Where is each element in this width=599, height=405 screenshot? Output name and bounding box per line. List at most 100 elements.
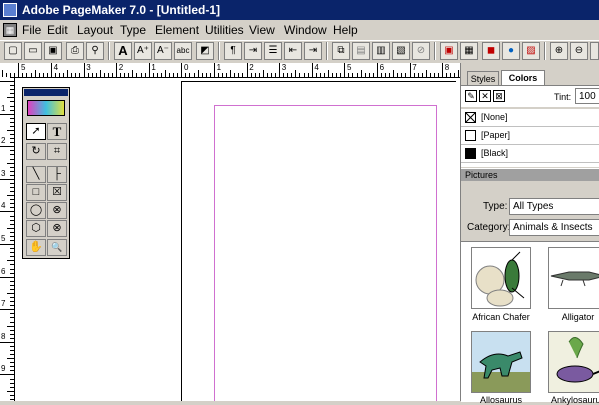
bullets-icon[interactable]: ☰ bbox=[264, 42, 282, 60]
ellipse-frame-tool[interactable]: ⊗ bbox=[47, 202, 67, 219]
ruler-tick bbox=[10, 85, 14, 87]
menu-layout[interactable]: Layout bbox=[77, 23, 113, 37]
zoom-in-icon[interactable]: ⊕ bbox=[550, 42, 568, 60]
ruler-number: 1 bbox=[151, 63, 156, 72]
horizontal-ruler[interactable]: 0 1 2 3 4 5 6 7 8 1 2 3 4 5 bbox=[0, 63, 460, 78]
outdent-icon[interactable]: ⇥ bbox=[304, 42, 322, 60]
stroke-icon[interactable]: ✎ bbox=[465, 90, 477, 102]
colors-icon[interactable]: ⊘ bbox=[412, 42, 430, 60]
ruler-number: 5 bbox=[1, 234, 6, 243]
photo-icon[interactable]: ▦ bbox=[460, 42, 478, 60]
paragraph-icon[interactable]: ¶ bbox=[224, 42, 242, 60]
toolbox-palette[interactable]: ➚ T ↻ ⌗ ╲ ├ □ ☒ ◯ ⊗ ⬡ ⊗ ✋ 🔍 bbox=[22, 87, 70, 259]
menu-view[interactable]: View bbox=[249, 23, 275, 37]
tint-input[interactable]: 100 bbox=[575, 88, 599, 104]
pointer-tool[interactable]: ➚ bbox=[26, 123, 46, 140]
ruler-tick bbox=[409, 63, 411, 77]
fill-icon[interactable]: ◩ bbox=[196, 42, 214, 60]
find-icon[interactable]: ⚲ bbox=[86, 42, 104, 60]
ruler-tick bbox=[442, 63, 444, 77]
font-icon[interactable]: A bbox=[114, 42, 132, 60]
ruler-tick bbox=[421, 73, 423, 77]
zoom-tool[interactable]: 🔍 bbox=[47, 239, 67, 256]
menu-type[interactable]: Type bbox=[120, 23, 146, 37]
ruler-tick bbox=[425, 70, 427, 77]
category-select[interactable]: Animals & Insects bbox=[509, 219, 599, 236]
vertical-ruler[interactable]: 1 2 3 4 5 6 7 8 9 bbox=[0, 77, 15, 401]
ruler-tick bbox=[209, 73, 211, 77]
pagemaker-logo-icon bbox=[3, 3, 17, 17]
font-size-up-icon[interactable]: A⁺ bbox=[134, 42, 152, 60]
rectangle-tool[interactable]: □ bbox=[26, 184, 46, 201]
open-icon[interactable]: ▭ bbox=[24, 42, 42, 60]
ruler-tick bbox=[2, 70, 3, 77]
ruler-number: 2 bbox=[249, 63, 254, 72]
menu-element[interactable]: Element bbox=[155, 23, 199, 37]
polygon-tool[interactable]: ⬡ bbox=[26, 220, 46, 237]
new-icon[interactable]: ▢ bbox=[4, 42, 22, 60]
ruler-tick bbox=[10, 284, 14, 286]
menu-window[interactable]: Window bbox=[284, 23, 327, 37]
hand-tool[interactable]: ✋ bbox=[26, 239, 46, 256]
color-item-black[interactable]: [Black] bbox=[461, 145, 599, 163]
globe-icon[interactable]: ● bbox=[502, 42, 520, 60]
print-icon[interactable]: ⎙ bbox=[66, 42, 84, 60]
polygon-frame-tool[interactable]: ⊗ bbox=[47, 220, 67, 237]
color-item-none[interactable]: [None] bbox=[461, 109, 599, 127]
fill-and-stroke-icon[interactable]: ⊠ bbox=[493, 90, 505, 102]
tab-styles[interactable]: Styles bbox=[467, 71, 499, 85]
menu-edit[interactable]: Edit bbox=[47, 23, 68, 37]
ruler-tick bbox=[344, 63, 346, 77]
menu-utilities[interactable]: Utilities bbox=[205, 23, 244, 37]
fill-icon[interactable]: ✕ bbox=[479, 90, 491, 102]
toolbox-title-bar[interactable] bbox=[24, 89, 68, 96]
tab-icon[interactable]: ⇥ bbox=[244, 42, 262, 60]
crop-tool[interactable]: ⌗ bbox=[47, 143, 67, 160]
ruler-tick bbox=[67, 70, 69, 77]
toolbar-separator bbox=[434, 42, 436, 60]
ruler-tick bbox=[433, 73, 435, 77]
font-size-down-icon[interactable]: A⁻ bbox=[154, 42, 172, 60]
colors-toolbar: ✎ ✕ ⊠ Tint: 100 bbox=[461, 85, 599, 107]
rotate-tool[interactable]: ↻ bbox=[26, 143, 46, 160]
text-frame-icon[interactable]: ▥ bbox=[372, 42, 390, 60]
menu-help[interactable]: Help bbox=[333, 23, 358, 37]
ruler-number: 2 bbox=[1, 136, 6, 146]
acrobat-icon[interactable]: ▨ bbox=[522, 42, 540, 60]
zoom-out-icon[interactable]: ⊖ bbox=[570, 42, 588, 60]
title-bar: Adobe PageMaker 7.0 - [Untitled-1] bbox=[0, 0, 599, 20]
paper-swatch-icon bbox=[465, 130, 476, 141]
spelling-icon[interactable]: abc bbox=[174, 42, 192, 60]
pictures-panel-header[interactable]: Pictures bbox=[461, 168, 599, 181]
ruler-tick bbox=[376, 63, 378, 77]
text-tool[interactable]: T bbox=[47, 123, 67, 140]
copy-icon[interactable]: ⧉ bbox=[332, 42, 350, 60]
document-menu-icon[interactable]: ▦ bbox=[3, 23, 17, 37]
ruler-tick bbox=[0, 113, 14, 115]
link-icon[interactable]: ▧ bbox=[392, 42, 410, 60]
menu-file[interactable]: File bbox=[22, 23, 41, 37]
save-icon[interactable]: ▣ bbox=[44, 42, 62, 60]
picture-alligator[interactable] bbox=[548, 247, 599, 309]
picture-allosaurus[interactable] bbox=[471, 331, 531, 393]
line-tool[interactable]: ╲ bbox=[26, 166, 46, 183]
indent-icon[interactable]: ⇤ bbox=[284, 42, 302, 60]
constrained-line-tool[interactable]: ├ bbox=[47, 166, 67, 183]
color-item-paper[interactable]: [Paper] bbox=[461, 127, 599, 145]
ruler-tick bbox=[10, 288, 14, 290]
ruler-tick bbox=[18, 63, 20, 77]
ruler-tick bbox=[0, 341, 14, 343]
toolbar-more-icon[interactable] bbox=[590, 42, 599, 60]
ruler-tick bbox=[10, 158, 14, 160]
place-icon[interactable]: ▣ bbox=[440, 42, 458, 60]
ellipse-tool[interactable]: ◯ bbox=[26, 202, 46, 219]
ruler-tick bbox=[348, 73, 350, 77]
tab-colors[interactable]: Colors bbox=[501, 70, 545, 85]
rectangle-frame-tool[interactable]: ☒ bbox=[47, 184, 67, 201]
ruler-tick bbox=[124, 73, 126, 77]
type-select[interactable]: All Types bbox=[509, 198, 599, 215]
image-icon[interactable]: ◼ bbox=[482, 42, 500, 60]
picture-african-chafer[interactable] bbox=[471, 247, 531, 309]
paste-icon[interactable]: ▤ bbox=[352, 42, 370, 60]
picture-ankylosaurus[interactable] bbox=[548, 331, 599, 393]
